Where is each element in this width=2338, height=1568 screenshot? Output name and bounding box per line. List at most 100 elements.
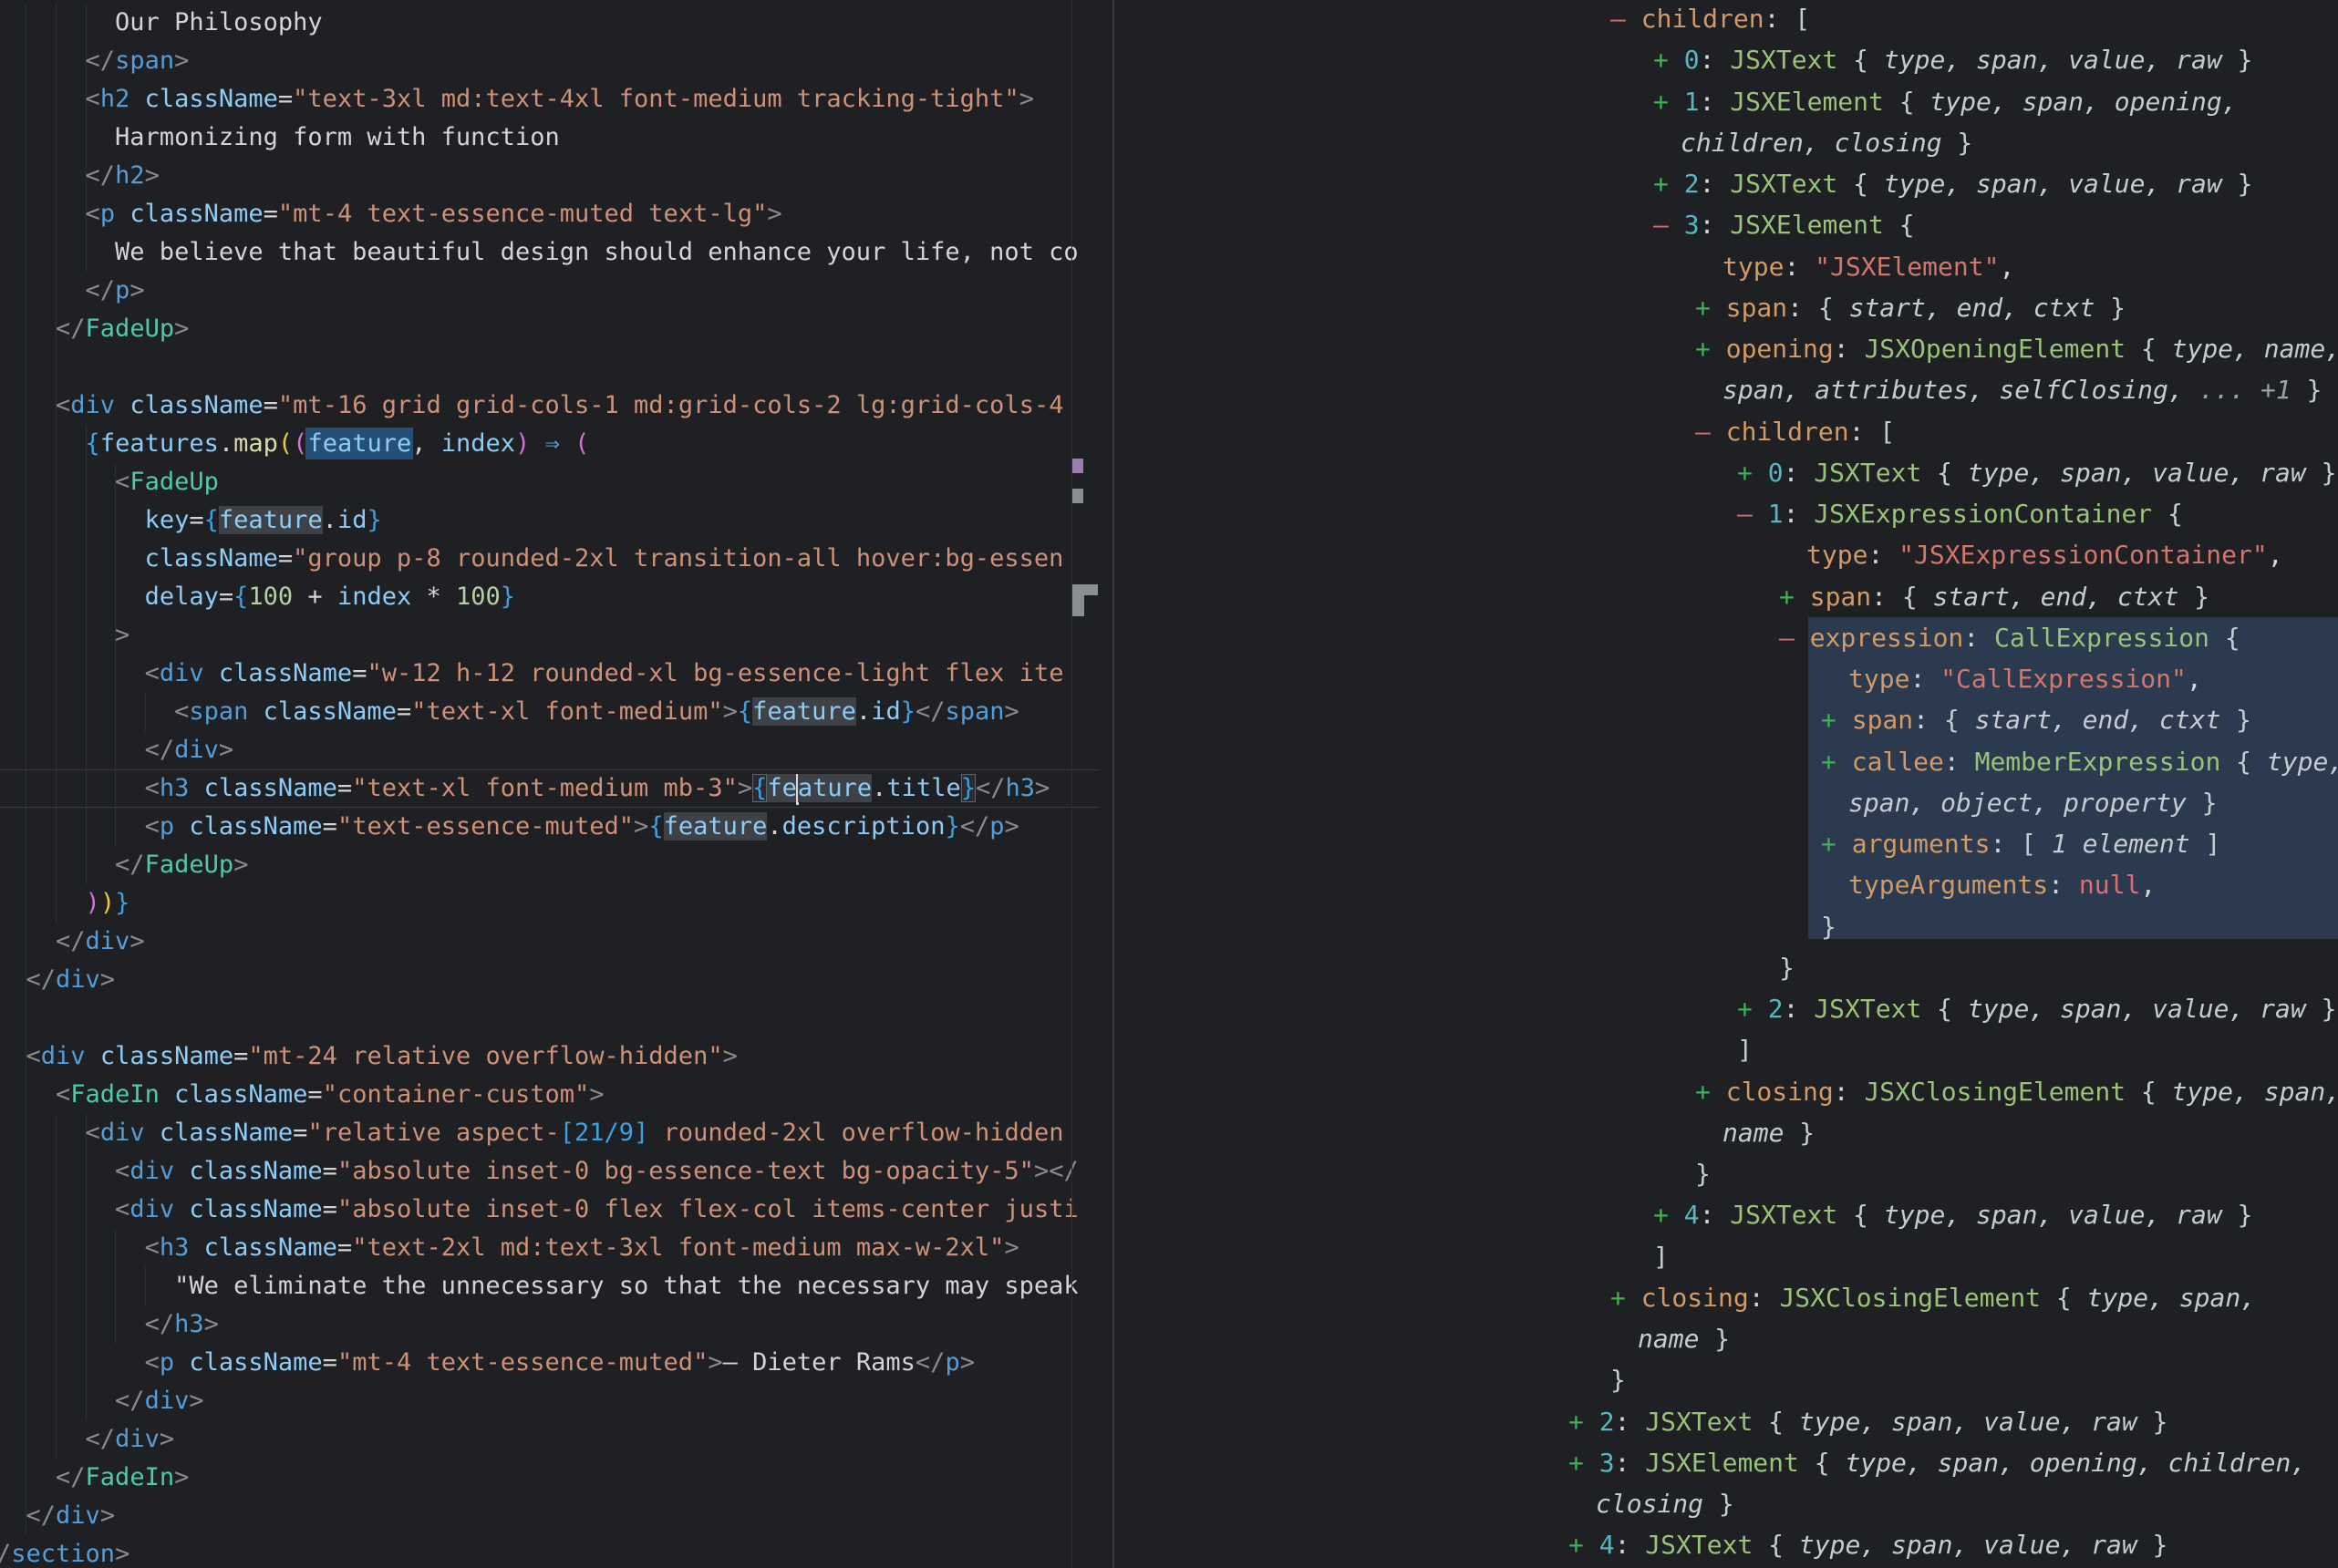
ast-row[interactable]: } [1821,906,1836,947]
collapse-icon[interactable]: – [1695,417,1726,447]
expand-icon[interactable]: + [1737,994,1768,1024]
code-line[interactable]: <h2 className="text-3xl md:text-4xl font… [0,80,1034,119]
ast-row[interactable]: + span: { start, end, ctxt } [1779,576,2209,617]
expand-icon[interactable]: + [1568,1407,1599,1437]
expand-icon[interactable]: + [1653,1200,1684,1230]
expand-icon[interactable]: + [1821,829,1852,859]
expand-icon[interactable]: + [1610,1283,1641,1313]
ast-row[interactable]: + 4: JSXText { type, span, value, raw } [1568,1524,2167,1565]
ast-row[interactable]: ] [1737,1029,1753,1070]
code-line[interactable]: Our Philosophy [0,4,323,42]
ast-row[interactable]: + 1: JSXElement { type, span, opening, [1653,81,2238,122]
code-line[interactable]: </FadeIn> [0,1459,189,1497]
code-line[interactable]: "We eliminate the unnecessary so that th… [0,1267,1079,1305]
ast-row[interactable]: + 2: JSXText { type, span, value, raw } [1568,1401,2167,1442]
code-line[interactable]: <p className="mt-4 text-essence-muted te… [0,195,782,233]
code-line[interactable]: </FadeUp> [0,846,248,884]
ast-row[interactable]: type: "CallExpression", [1848,658,2202,699]
panel-divider[interactable] [1112,0,1114,1568]
code-line[interactable]: </h2> [0,157,160,195]
code-line[interactable]: </div> [0,731,233,769]
ast-row[interactable]: + 2: JSXText { type, span, value, raw } [1653,163,2252,204]
ast-row[interactable]: – 3: JSXElement { [1653,204,1915,245]
code-line[interactable]: <div className="absolute inset-0 bg-esse… [0,1152,1079,1191]
ast-row[interactable]: span, attributes, selfClosing, ... +1 } [1722,369,2322,410]
ast-row[interactable]: type: "JSXElement", [1722,246,2014,287]
code-line[interactable]: className="group p-8 rounded-2xl transit… [0,540,1063,578]
ast-row[interactable]: + 0: JSXText { type, span, value, raw } [1737,452,2336,493]
code-editor-panel[interactable]: Our Philosophy </span> <h2 className="te… [0,0,1113,1568]
collapse-icon[interactable]: – [1737,499,1768,529]
expand-icon[interactable]: + [1695,1077,1726,1107]
expand-icon[interactable]: + [1821,705,1852,735]
code-line[interactable]: <div className="mt-16 grid grid-cols-1 m… [0,387,1063,425]
code-line[interactable]: delay={100 + index * 100} [0,578,515,616]
collapse-icon[interactable]: – [1653,210,1684,240]
ast-row[interactable]: + closing: JSXClosingElement { type, spa… [1610,1277,2256,1318]
ast-tree-panel[interactable]: – children: [+ 0: JSXText { type, span, … [1115,0,2338,1568]
ast-row[interactable]: name } [1722,1112,1815,1153]
code-line[interactable]: ))} [0,884,129,923]
ast-row[interactable]: } [1695,1153,1711,1194]
code-line[interactable]: <h3 className="text-2xl md:text-3xl font… [0,1229,1019,1267]
code-line[interactable]: <div className="w-12 h-12 rounded-xl bg-… [0,655,1063,693]
code-line[interactable]: <p className="mt-4 text-essence-muted">–… [0,1344,975,1382]
expand-icon[interactable]: + [1695,334,1726,364]
code-line[interactable]: > [0,616,129,655]
ast-row[interactable]: type: "JSXExpressionContainer", [1806,534,2283,575]
expand-icon[interactable]: + [1568,1530,1599,1560]
code-line[interactable]: {features.map((feature, index) ⇒ ( [0,425,589,463]
ast-row[interactable]: + opening: JSXOpeningElement { type, nam… [1695,328,2338,369]
expand-icon[interactable]: + [1737,458,1768,488]
ast-row[interactable]: – children: [ [1695,411,1895,452]
ast-row[interactable]: closing } [1596,1483,1734,1524]
collapse-icon[interactable]: – [1779,623,1810,653]
ast-row[interactable]: + 4: JSXText { type, span, value, raw } [1653,1194,2252,1235]
code-line[interactable]: Harmonizing form with function [0,119,560,157]
ast-row[interactable]: + span: { start, end, ctxt } [1821,699,2251,740]
code-line[interactable]: </div> [0,1497,115,1535]
ast-row[interactable]: + callee: MemberExpression { type, [1821,741,2338,782]
ast-row[interactable]: } [1779,947,1795,988]
expand-icon[interactable]: + [1695,293,1726,323]
code-line[interactable]: <span className="text-xl font-medium">{f… [0,693,1019,731]
ast-row[interactable]: ] [1653,1236,1669,1277]
code-line[interactable]: </p> [0,272,145,310]
collapse-icon[interactable]: – [1610,4,1641,34]
ast-row[interactable]: children, closing } [1681,122,1972,163]
code-line[interactable]: <div className="relative aspect-[21/9] r… [0,1114,1063,1152]
code-line[interactable]: </div> [0,1382,204,1420]
expand-icon[interactable]: + [1821,747,1852,777]
code-line[interactable]: We believe that beautiful design should … [0,233,1079,272]
expand-icon[interactable]: + [1779,582,1810,612]
code-line[interactable]: <div className="absolute inset-0 flex fl… [0,1191,1079,1229]
code-line[interactable]: </h3> [0,1305,219,1344]
code-line[interactable]: key={feature.id} [0,501,382,540]
code-line[interactable]: </div> [0,923,145,961]
expand-icon[interactable]: + [1653,45,1684,75]
ast-row[interactable]: + closing: JSXClosingElement { type, spa… [1695,1071,2338,1112]
code-line[interactable]: <div className="mt-24 relative overflow-… [0,1037,738,1076]
code-line[interactable]: </FadeUp> [0,310,189,348]
ast-row[interactable]: typeArguments: null, [1848,864,2156,905]
expand-icon[interactable]: + [1653,87,1684,117]
ast-row[interactable]: + span: { start, end, ctxt } [1695,287,2126,328]
code-line[interactable]: <FadeIn className="container-custom"> [0,1076,605,1114]
code-line[interactable]: <p className="text-essence-muted">{featu… [0,808,1019,846]
expand-icon[interactable]: + [1568,1448,1599,1478]
expand-icon[interactable]: + [1653,169,1684,199]
code-line[interactable]: /section> [0,1535,129,1568]
ast-row[interactable]: – 1: JSXExpressionContainer { [1737,493,2183,534]
ast-row[interactable]: } [1610,1359,1626,1400]
ast-row[interactable]: + 2: JSXText { type, span, value, raw } [1737,988,2336,1029]
code-line[interactable]: </span> [0,42,189,80]
ast-row[interactable]: span, object, property } [1848,782,2218,823]
code-line[interactable]: <h3 className="text-xl font-medium mb-3"… [0,769,1050,808]
ast-row[interactable]: + 0: JSXText { type, span, value, raw } [1653,39,2252,80]
code-line[interactable]: </div> [0,1420,174,1459]
ast-row[interactable]: – children: [ [1610,0,1810,39]
ast-row[interactable]: – expression: CallExpression { [1779,617,2240,658]
code-line[interactable]: <FadeUp [0,463,219,501]
ast-row[interactable]: + 3: JSXElement { type, span, opening, c… [1568,1442,2306,1483]
ast-row[interactable]: + arguments: [ 1 element ] [1821,823,2220,864]
